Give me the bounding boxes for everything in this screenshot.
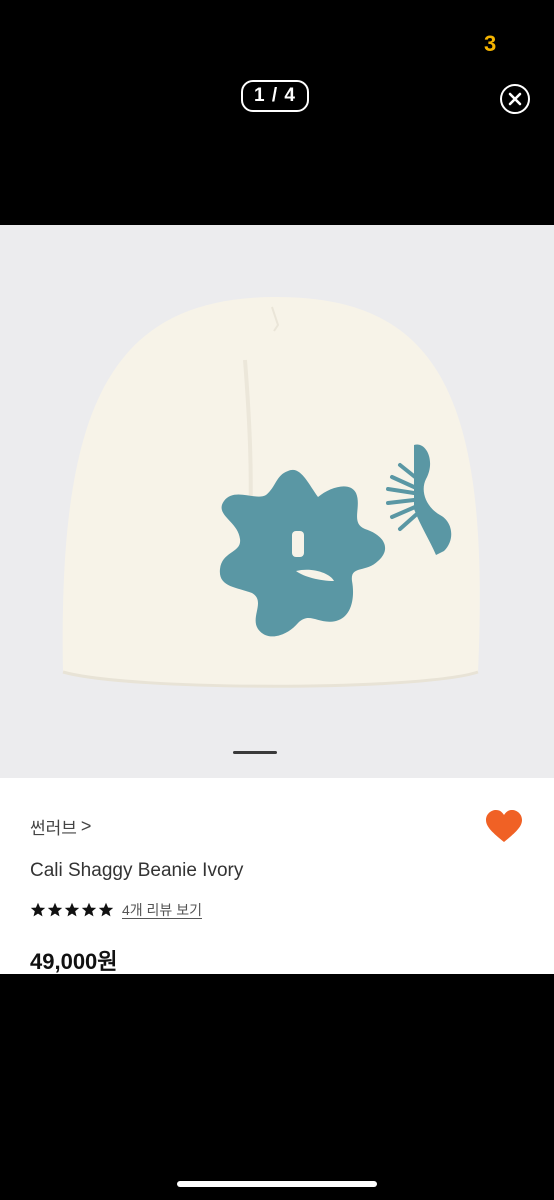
close-button[interactable] [500, 84, 530, 114]
rating-row: 4개 리뷰 보기 [30, 900, 202, 920]
product-info-panel: 썬러브 > Cali Shaggy Beanie Ivory 4개 리뷰 보기 … [0, 778, 554, 974]
status-indicator: 3 [484, 31, 497, 56]
product-price: 49,000원 [30, 949, 118, 974]
star-icon [81, 902, 97, 917]
home-indicator [177, 1181, 377, 1187]
review-link[interactable]: 4개 리뷰 보기 [122, 900, 202, 920]
star-icon [30, 902, 46, 917]
star-icon [98, 902, 114, 917]
brand-link[interactable]: 썬러브 > [30, 814, 91, 839]
brand-name: 썬러브 [30, 819, 77, 838]
chevron-right-icon: > [80, 816, 92, 836]
product-image [62, 297, 480, 754]
product-image-gallery[interactable] [0, 225, 554, 778]
favorite-heart-icon[interactable] [485, 810, 523, 844]
star-rating [30, 902, 114, 918]
image-page-counter: 1 / 4 [241, 80, 309, 112]
star-icon [64, 902, 80, 917]
star-icon [47, 902, 63, 917]
product-title: Cali Shaggy Beanie Ivory [30, 860, 244, 881]
close-icon [508, 92, 522, 106]
